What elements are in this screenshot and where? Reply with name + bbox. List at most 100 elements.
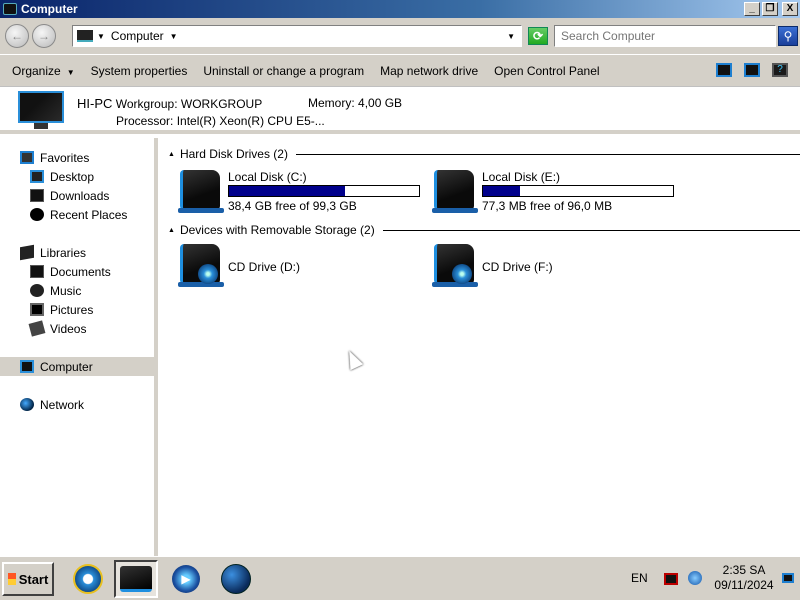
breadcrumb-root-arrow-icon[interactable]: ▼ — [97, 32, 105, 41]
group-header-removable[interactable]: ▲ Devices with Removable Storage (2) — [168, 222, 800, 238]
forward-button[interactable]: → — [32, 24, 56, 48]
nav-item-music[interactable]: Music — [0, 281, 158, 300]
open-control-panel-button[interactable]: Open Control Panel — [486, 64, 607, 78]
back-button[interactable]: ← — [5, 24, 29, 48]
computer-icon — [3, 3, 17, 15]
address-row: ← → ▼ Computer ▼ ▼ ⟳ ⚲ — [0, 18, 800, 54]
workgroup-label: Workgroup: — [115, 97, 178, 111]
nav-item-computer[interactable]: Computer — [0, 357, 158, 376]
window-title: Computer — [21, 2, 78, 16]
recent-places-icon — [30, 208, 44, 221]
computer-icon — [20, 360, 34, 373]
globe-icon — [221, 564, 251, 594]
pc-name: HI-PC — [77, 96, 113, 111]
collapse-icon[interactable]: ▲ — [168, 151, 175, 158]
drive-name: CD Drive (F:) — [482, 260, 553, 274]
start-button[interactable]: Start — [2, 562, 54, 596]
memory-label: Memory: — [308, 96, 355, 110]
taskbar: Start ▶ EN 2:35 SA 09/11/2024 — [0, 556, 800, 600]
nav-label: Videos — [50, 321, 87, 336]
taskbar-globe-app[interactable] — [214, 560, 258, 598]
minimize-button[interactable]: _ — [744, 2, 760, 16]
usage-bar — [228, 185, 420, 197]
nav-item-pictures[interactable]: Pictures — [0, 300, 158, 319]
search-button[interactable]: ⚲ — [778, 26, 798, 46]
change-view-icon[interactable] — [716, 63, 732, 77]
drive-e[interactable]: Local Disk (E:) 77,3 MB free of 96,0 MB — [432, 168, 682, 216]
taskbar-windows-explorer[interactable] — [114, 560, 158, 598]
taskbar-internet-explorer[interactable] — [66, 560, 110, 598]
nav-item-network[interactable]: Network — [0, 395, 158, 414]
group-title: Devices with Removable Storage (2) — [179, 223, 375, 237]
memory-value: 4,00 GB — [358, 96, 403, 110]
nav-label: Libraries — [40, 245, 87, 260]
system-properties-button[interactable]: System properties — [83, 64, 196, 78]
internet-explorer-icon — [73, 564, 103, 594]
group-divider — [295, 153, 800, 155]
taskbar-media-player[interactable]: ▶ — [164, 560, 208, 598]
usage-bar-fill — [483, 186, 521, 196]
drive-d[interactable]: CD Drive (D:) — [178, 242, 428, 290]
drive-name: CD Drive (D:) — [228, 260, 300, 274]
drive-name: Local Disk (E:) — [482, 170, 561, 184]
navigation-pane: Favorites Desktop Downloads Recent Place… — [0, 138, 158, 556]
nav-label: Network — [40, 397, 85, 412]
breadcrumb-computer[interactable]: Computer — [111, 29, 164, 43]
address-history-dropdown-icon[interactable]: ▼ — [507, 32, 515, 41]
processor-value: Intel(R) Xeon(R) CPU E5-... — [176, 114, 325, 128]
videos-icon — [28, 320, 46, 337]
drive-name: Local Disk (C:) — [228, 170, 307, 184]
action-center-icon[interactable] — [664, 573, 678, 585]
nav-item-libraries[interactable]: Libraries — [0, 243, 158, 262]
close-button[interactable]: X — [782, 2, 798, 16]
windows-flag-icon — [7, 573, 16, 585]
nav-item-downloads[interactable]: Downloads — [0, 186, 158, 205]
refresh-button[interactable]: ⟳ — [528, 27, 548, 45]
language-indicator[interactable]: EN — [631, 571, 648, 585]
pictures-icon — [30, 303, 44, 316]
details-pane: HI-PC Workgroup: WORKGROUP Memory: 4,00 … — [0, 86, 800, 134]
hard-drive-icon — [432, 168, 478, 214]
nav-label: Favorites — [40, 150, 90, 165]
nav-item-documents[interactable]: Documents — [0, 262, 158, 281]
nav-item-desktop[interactable]: Desktop — [0, 167, 158, 186]
music-icon — [30, 284, 44, 297]
group-title: Hard Disk Drives (2) — [179, 147, 288, 161]
maximize-button[interactable]: ❐ — [762, 2, 778, 16]
breadcrumb-arrow-icon[interactable]: ▼ — [170, 32, 178, 41]
nav-label: Downloads — [50, 188, 110, 203]
computer-icon — [77, 30, 93, 42]
address-bar[interactable]: ▼ Computer ▼ ▼ — [72, 25, 522, 47]
clock-date: 09/11/2024 — [714, 578, 774, 592]
workgroup-value: WORKGROUP — [180, 97, 263, 111]
memory-line: Memory: 4,00 GB — [308, 96, 402, 110]
organize-button[interactable]: Organize ▼ — [4, 64, 83, 78]
drive-c[interactable]: Local Disk (C:) 38,4 GB free of 99,3 GB — [178, 168, 428, 216]
nav-item-favorites[interactable]: Favorites — [0, 148, 158, 167]
nav-label: Documents — [50, 264, 111, 279]
nav-label: Recent Places — [50, 207, 128, 222]
nav-label: Desktop — [50, 169, 95, 184]
show-desktop-icon[interactable] — [782, 573, 794, 583]
libraries-icon — [20, 244, 34, 261]
collapse-icon[interactable]: ▲ — [168, 227, 175, 234]
clock-time: 2:35 SA — [722, 563, 766, 577]
system-clock[interactable]: 2:35 SA 09/11/2024 — [712, 563, 776, 593]
nav-label: Computer — [40, 359, 93, 374]
title-bar: Computer _ ❐ X — [0, 0, 800, 18]
volume-icon[interactable] — [688, 571, 702, 585]
uninstall-program-button[interactable]: Uninstall or change a program — [195, 64, 372, 78]
downloads-icon — [30, 189, 44, 202]
network-icon — [20, 398, 34, 411]
nav-item-recent-places[interactable]: Recent Places — [0, 205, 158, 224]
drive-free-space: 38,4 GB free of 99,3 GB — [228, 199, 357, 213]
group-header-hard-disks[interactable]: ▲ Hard Disk Drives (2) — [168, 146, 800, 162]
windows-explorer-icon — [120, 566, 152, 592]
nav-item-videos[interactable]: Videos — [0, 319, 158, 338]
map-network-drive-button[interactable]: Map network drive — [372, 64, 486, 78]
nav-label: Pictures — [50, 302, 94, 317]
drive-f[interactable]: CD Drive (F:) — [432, 242, 682, 290]
preview-pane-icon[interactable] — [744, 63, 760, 77]
help-icon[interactable]: ? — [772, 63, 788, 77]
search-input[interactable] — [554, 25, 776, 47]
